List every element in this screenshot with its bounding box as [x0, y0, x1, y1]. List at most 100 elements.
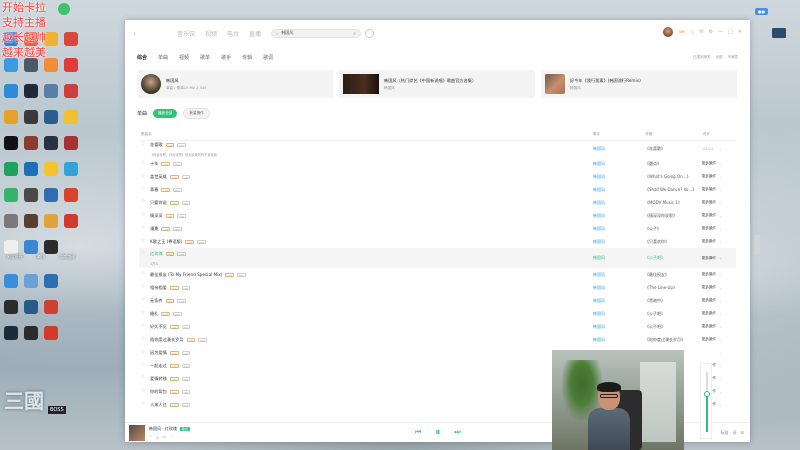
app-icon[interactable]: [4, 274, 18, 288]
more-actions[interactable]: 更多操作: [702, 311, 716, 316]
result-card-artist[interactable]: 韩国风 单曲1 歌单19 MV 2,345: [137, 70, 333, 98]
lyrics-button[interactable]: 词: [732, 430, 736, 436]
more-actions[interactable]: 更多操作: [702, 226, 716, 231]
song-album[interactable]: 《公子》: [645, 226, 703, 232]
tab-single[interactable]: 单曲: [158, 54, 168, 61]
maximize-icon[interactable]: □: [728, 29, 733, 35]
song-name[interactable]: 陪你度过漫长岁月: [150, 337, 184, 343]
result-card-video[interactable]: 韩国风（热门综艺《中国新说唱》歌曲官方合集） 韩国风: [339, 70, 535, 98]
app-icon[interactable]: [24, 214, 38, 228]
back-arrow-icon[interactable]: ‹: [133, 29, 147, 38]
song-album[interactable]: 《花喜歌》: [645, 146, 703, 152]
table-row[interactable]: ♡ 陪你度过漫长岁月 VIP HQ 韩国风 《陪你度过漫长岁月》 04:17 更…: [139, 333, 736, 346]
batch-button[interactable]: 批量操作: [183, 108, 210, 119]
chevron-down-icon[interactable]: ⌄: [719, 299, 722, 303]
chevron-down-icon[interactable]: ⌄: [719, 147, 722, 151]
table-row[interactable]: ♡ 最佳损友 (To My Friend Special Mix) VIP HQ…: [139, 268, 736, 281]
volume-slider[interactable]: [700, 363, 712, 439]
chevron-down-icon[interactable]: ⌄: [719, 201, 722, 205]
song-name[interactable]: 你的背包: [150, 389, 167, 395]
app-icon[interactable]: [44, 58, 58, 72]
table-row[interactable]: ♡ 青春 VIP HQ 韩国风 《Shall We Dance? Vo...》 …: [139, 183, 736, 196]
app-icon[interactable]: [44, 274, 58, 288]
chevron-down-icon[interactable]: ⌄: [719, 364, 722, 368]
song-album[interactable]: 《陪你度过漫长岁月》: [645, 337, 703, 343]
song-artist[interactable]: 韩国风: [593, 146, 645, 152]
chevron-down-icon[interactable]: ⌄: [719, 162, 722, 166]
song-name[interactable]: 相亲相爱: [150, 285, 167, 291]
like-icon[interactable]: ♡: [141, 174, 147, 179]
song-name[interactable]: 漫夏: [150, 226, 158, 232]
chevron-down-icon[interactable]: ⌄: [719, 403, 722, 407]
song-album[interactable]: 《只喜欢你》: [645, 239, 703, 245]
tray-window-icon[interactable]: [772, 28, 786, 38]
like-icon[interactable]: ♡: [141, 272, 147, 277]
more-actions[interactable]: 更多操作: [702, 239, 716, 244]
app-icon[interactable]: [4, 240, 18, 254]
now-playing-cover[interactable]: [129, 424, 145, 441]
tab-playlist[interactable]: 歌单: [200, 54, 210, 61]
table-row[interactable]: ♡ 无条件 VIP HQ 韩国风 《黑暗中》 03:52 更多操作 ⌄: [139, 294, 736, 307]
app-icon[interactable]: [4, 162, 18, 176]
app-icon[interactable]: [4, 300, 18, 314]
nav-music-hall[interactable]: 音乐馆: [177, 29, 195, 38]
table-row[interactable]: ♡ 花喜歌 VIP HQ 《你喜欢吧，你喜欢吧》你喜欢我吗你不喜欢我 韩国风 《…: [139, 141, 736, 157]
song-album[interactable]: 《最佳损友》: [645, 272, 703, 278]
app-icon[interactable]: [44, 162, 58, 176]
search-input[interactable]: ⌕ 韩国风 ✕: [271, 28, 362, 38]
song-artist[interactable]: 韩国风: [593, 285, 645, 291]
more-actions[interactable]: 更多操作: [702, 187, 716, 192]
table-row[interactable]: ♡ 相亲相爱 VIP HQ 韩国风 《The Line-Up》 03:24 更多…: [139, 281, 736, 294]
hint-all[interactable]: 全部: [716, 55, 723, 60]
app-icon[interactable]: [64, 188, 78, 202]
like-icon[interactable]: ♡: [141, 311, 147, 316]
song-artist[interactable]: 韩国风: [593, 161, 645, 167]
chevron-down-icon[interactable]: ⌄: [719, 390, 722, 394]
chevron-down-icon[interactable]: ⌄: [719, 227, 722, 231]
app-icon[interactable]: [4, 326, 18, 340]
app-icon[interactable]: [24, 300, 38, 314]
more-actions[interactable]: 更多操作: [702, 161, 716, 166]
nav-live[interactable]: 直播: [249, 29, 261, 38]
table-row[interactable]: ♡ 好久不见 VIP HQ 韩国风 《公子吧》 04:14 更多操作 ⌄: [139, 320, 736, 333]
like-icon[interactable]: ♡: [141, 337, 147, 342]
chevron-down-icon[interactable]: ⌄: [719, 273, 722, 277]
app-icon[interactable]: [24, 162, 38, 176]
app-icon[interactable]: [44, 214, 58, 228]
next-button[interactable]: ⏭: [454, 428, 460, 437]
song-artist[interactable]: 韩国风: [593, 272, 645, 278]
table-row[interactable]: ♡ 只要你说 VIP HQ 韩国风 《MODV Music 1》 04:02 更…: [139, 196, 736, 209]
like-icon[interactable]: ♡: [141, 251, 147, 256]
tab-artist[interactable]: 歌手: [221, 54, 231, 61]
song-name[interactable]: 花喜歌: [150, 142, 163, 148]
app-icon[interactable]: [44, 326, 58, 340]
song-name[interactable]: 十年: [150, 161, 158, 167]
app-icon[interactable]: [64, 32, 78, 46]
like-icon[interactable]: ♡: [141, 376, 147, 381]
more-icon[interactable]: ⋯: [170, 434, 174, 439]
chevron-down-icon[interactable]: ⌄: [719, 312, 722, 316]
more-actions[interactable]: 更多操作: [702, 174, 716, 179]
song-album[interactable]: 《情深深你说呢》: [645, 213, 703, 219]
app-icon[interactable]: [44, 136, 58, 150]
song-album[interactable]: 《公子吧》: [645, 311, 703, 317]
chevron-down-icon[interactable]: ⌄: [719, 338, 722, 342]
like-icon[interactable]: ♡: [141, 200, 147, 205]
chevron-down-icon[interactable]: ⌄: [719, 351, 722, 355]
song-artist[interactable]: 韩国风: [593, 337, 645, 343]
table-row[interactable]: ♡ 十年 VIP HQ 韩国风 《圆点》 03:25 更多操作 ⌄: [139, 157, 736, 170]
quality-button[interactable]: 标准: [720, 430, 728, 436]
song-artist[interactable]: 韩国风: [593, 226, 645, 232]
chevron-down-icon[interactable]: ⌄: [719, 286, 722, 290]
song-artist[interactable]: 韩国风: [593, 324, 645, 330]
song-name[interactable]: K歌之王 (粤语版): [150, 239, 182, 245]
song-name[interactable]: 青春: [150, 187, 158, 193]
app-icon[interactable]: [64, 58, 78, 72]
more-actions[interactable]: 更多操作: [702, 298, 716, 303]
chevron-down-icon[interactable]: ⌄: [719, 175, 722, 179]
song-artist[interactable]: 韩国风: [593, 213, 645, 219]
vip-badge[interactable]: VIP: [677, 30, 686, 34]
result-card-album[interactable]: 好今年《我行我素》(韩国流行Remix) 韩国风: [541, 70, 737, 98]
app-icon[interactable]: [4, 84, 18, 98]
song-name[interactable]: 爱情转移: [150, 376, 167, 382]
